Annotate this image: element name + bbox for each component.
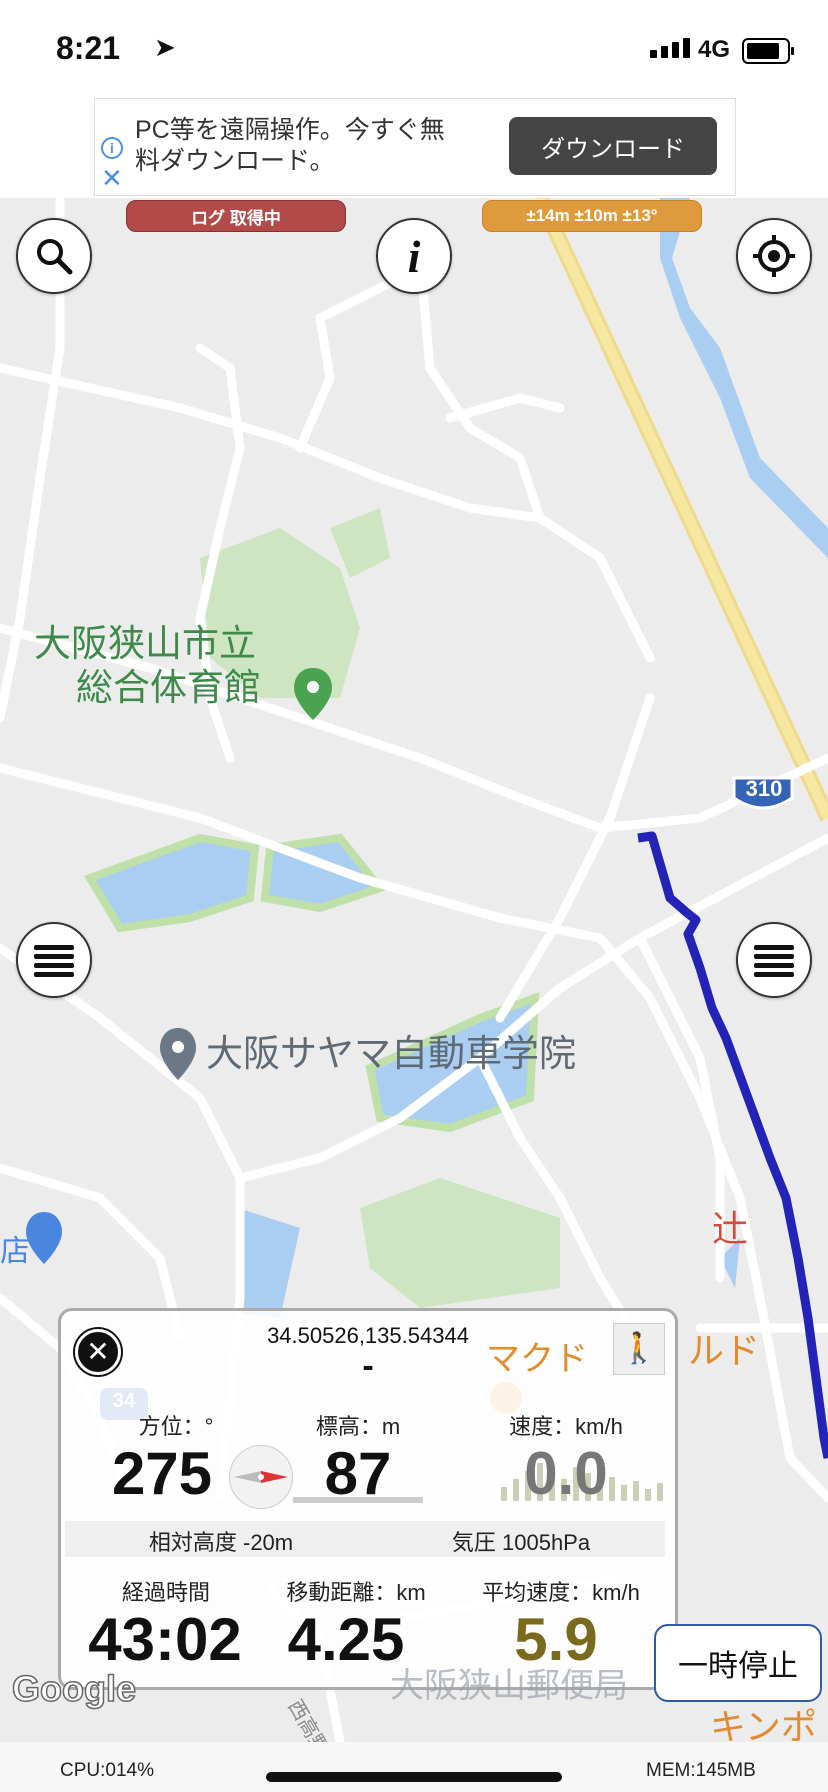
log-status-badge: ログ 取得中 [126,200,346,232]
panel-close-button[interactable]: ✕ [75,1329,121,1375]
search-icon [37,239,73,275]
map-poi-driving-school[interactable]: 大阪サヤマ自動車学院 [206,1032,576,1076]
locate-button[interactable] [736,218,812,294]
pressure: 気圧 1005hPa [451,1530,591,1555]
ad-info-icon[interactable]: i [101,137,123,159]
google-logo: Google [11,1667,137,1710]
ad-text[interactable]: PC等を遠隔操作。今すぐ無料ダウンロード。 [135,115,455,177]
speed-value: 0.0 [524,1440,608,1507]
menu-left-button[interactable] [16,922,92,998]
ad-box[interactable]: i ✕ PC等を遠隔操作。今すぐ無料ダウンロード。 ダウンロード [94,98,736,196]
location-arrow-icon: ➤ [154,32,176,62]
info-button[interactable]: i [376,218,452,294]
heading-value: 275 [111,1440,213,1507]
bottom-bar: CPU:014% MEM:145MB [0,1742,828,1792]
altitude-bar [293,1497,423,1503]
status-time: 8:21 [56,30,121,66]
menu-right-button[interactable] [736,922,812,998]
signal-icon [650,38,690,58]
pause-button[interactable]: 一時停止 [654,1624,822,1702]
hamburger-icon [754,945,794,977]
speed-label: 速度：km/h [509,1414,623,1439]
elapsed-value: 43:02 [88,1606,242,1673]
elapsed-label: 経過時間 [121,1580,210,1605]
altitude-label: 標高：m [315,1414,401,1439]
walker-icon[interactable]: 🚶 [613,1323,665,1375]
hamburger-icon [34,945,74,977]
cpu-usage: CPU:014% [60,1760,154,1781]
status-bar: 8:21 ➤ 4G [0,0,828,98]
memory-usage: MEM:145MB [646,1760,756,1781]
map-label-edge: 辻 [712,1208,749,1249]
crosshair-icon [753,235,795,277]
battery-icon [742,38,794,64]
search-button[interactable] [16,218,92,294]
distance-label: 移動距離：km [286,1580,426,1605]
map-poi-gym-line2[interactable]: 総合体育館 [76,666,261,710]
ad-close-icon[interactable]: ✕ [101,165,123,191]
compass-icon [229,1445,293,1509]
tracking-panel: 34.50526,135.54344 - ✕ 🚶 マクド 方位：° 275 標高… [58,1308,678,1690]
accuracy-badge: ±14m ±10m ±13° [482,200,702,232]
map-poi-mcd: マクド [486,1340,588,1378]
route-310-badge: 310 [745,776,783,801]
avg-speed-label: 平均速度：km/h [482,1580,640,1605]
network-type: 4G [698,36,731,63]
home-indicator[interactable] [266,1772,562,1782]
map-poi-gym-line1[interactable]: 大阪狭山市立 [34,622,256,666]
ad-banner: i ✕ PC等を遠隔操作。今すぐ無料ダウンロード。 ダウンロード [0,98,828,198]
heading-label: 方位：° [138,1414,214,1439]
map-poi-mcd-suffix: ルド [688,1330,761,1371]
map-label-left-edge: 店 [0,1235,30,1268]
info-icon: i [407,230,421,282]
ad-download-button[interactable]: ダウンロード [509,117,717,175]
map-poi-post-office: 大阪狭山郵便局 [390,1667,628,1705]
relative-altitude: 相対高度 -20m [148,1530,294,1555]
